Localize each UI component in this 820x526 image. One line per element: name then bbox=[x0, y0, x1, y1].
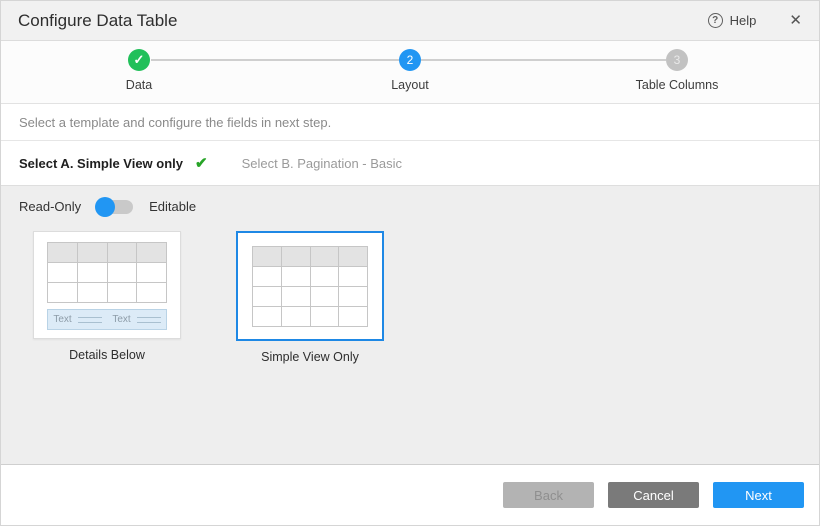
wizard-stepper: ✓ Data 2 Layout 3 Table Columns bbox=[1, 41, 819, 104]
dialog-header: Configure Data Table ? Help ✕ bbox=[1, 1, 819, 41]
detail-field-label: Text bbox=[112, 314, 130, 325]
step-layout-label: Layout bbox=[350, 78, 470, 92]
detail-field: Text bbox=[53, 314, 101, 325]
toggle-knob bbox=[95, 197, 115, 217]
dialog-footer: Back Cancel Next bbox=[1, 464, 819, 525]
template-selection-row: Select A. Simple View only ✔ Select B. P… bbox=[1, 141, 819, 186]
next-button[interactable]: Next bbox=[713, 482, 804, 508]
simple-view-only-label: Simple View Only bbox=[261, 350, 359, 364]
detail-field-lines bbox=[137, 317, 161, 323]
step-layout[interactable]: 2 Layout bbox=[350, 49, 470, 92]
help-icon: ? bbox=[708, 13, 723, 28]
read-only-editable-toggle[interactable] bbox=[97, 200, 133, 214]
option-simple-view-only[interactable]: Select A. Simple View only ✔ bbox=[19, 154, 208, 172]
step-table-columns-label: Table Columns bbox=[617, 78, 737, 92]
template-simple-view-only: Simple View Only bbox=[236, 231, 384, 364]
read-only-label: Read-Only bbox=[19, 199, 81, 214]
detail-field-label: Text bbox=[53, 314, 71, 325]
help-button[interactable]: ? Help bbox=[708, 13, 757, 28]
step-data-check-icon: ✓ bbox=[128, 49, 150, 71]
details-below-table-preview bbox=[47, 242, 167, 303]
detail-field: Text bbox=[112, 314, 160, 325]
close-icon[interactable]: ✕ bbox=[789, 13, 802, 28]
details-below-detail-strip: Text Text bbox=[47, 309, 167, 330]
step-data-label: Data bbox=[79, 78, 199, 92]
simple-view-table-preview bbox=[252, 246, 368, 327]
option-a-label: Select A. Simple View only bbox=[19, 156, 183, 171]
step-table-columns[interactable]: 3 Table Columns bbox=[617, 49, 737, 92]
step-data[interactable]: ✓ Data bbox=[79, 49, 199, 92]
mode-toggle-row: Read-Only Editable bbox=[19, 199, 801, 214]
editable-label: Editable bbox=[149, 199, 196, 214]
layout-body: Read-Only Editable Text Text bbox=[1, 186, 819, 464]
help-label: Help bbox=[730, 13, 757, 28]
details-below-label: Details Below bbox=[69, 348, 145, 362]
details-below-card[interactable]: Text Text bbox=[33, 231, 181, 339]
template-cards: Text Text Details Below Simple bbox=[33, 231, 801, 364]
cancel-button[interactable]: Cancel bbox=[608, 482, 699, 508]
page-title: Configure Data Table bbox=[18, 11, 708, 31]
option-pagination-basic[interactable]: Select B. Pagination - Basic bbox=[242, 156, 402, 171]
template-details-below: Text Text Details Below bbox=[33, 231, 181, 362]
option-selected-check-icon: ✔ bbox=[195, 154, 208, 172]
back-button[interactable]: Back bbox=[503, 482, 594, 508]
instruction-row: Select a template and configure the fiel… bbox=[1, 104, 819, 141]
instruction-text: Select a template and configure the fiel… bbox=[19, 115, 331, 130]
simple-view-only-card[interactable] bbox=[236, 231, 384, 341]
step-table-columns-number: 3 bbox=[666, 49, 688, 71]
detail-field-lines bbox=[78, 317, 102, 323]
configure-data-table-dialog: Configure Data Table ? Help ✕ ✓ Data 2 L… bbox=[0, 0, 820, 526]
header-actions: ? Help ✕ bbox=[708, 13, 802, 28]
step-layout-number: 2 bbox=[399, 49, 421, 71]
